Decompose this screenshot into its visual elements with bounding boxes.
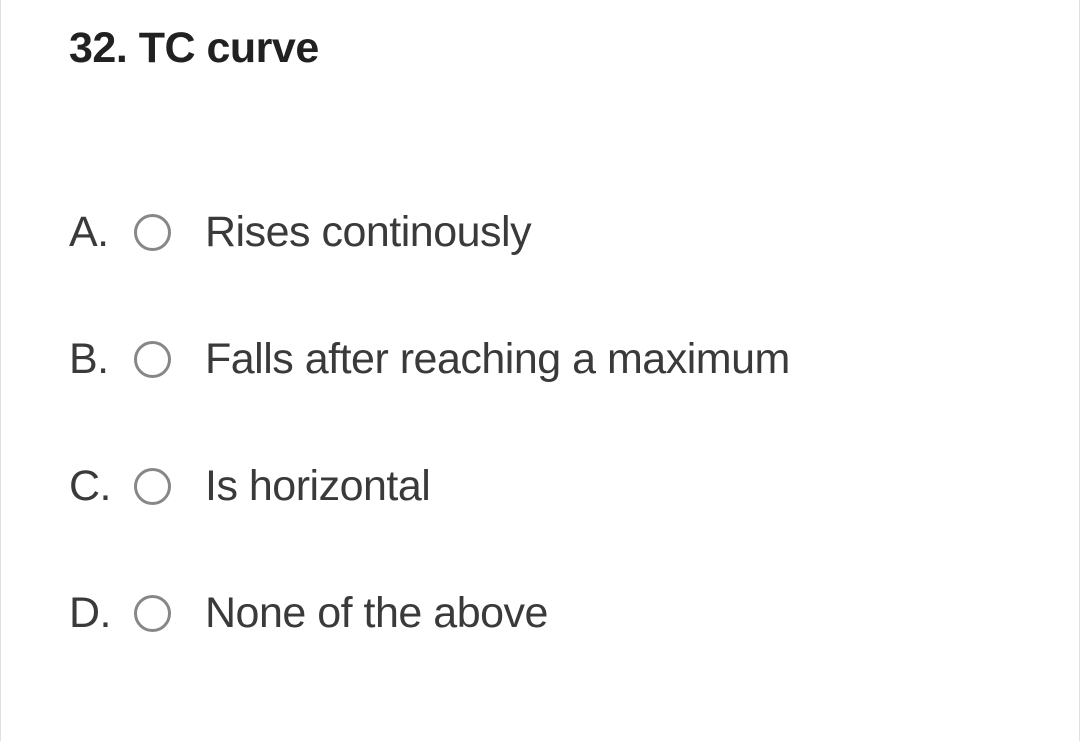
radio-icon[interactable] bbox=[134, 468, 171, 505]
option-text: Is horizontal bbox=[205, 462, 430, 511]
radio-icon[interactable] bbox=[134, 341, 171, 378]
option-text: None of the above bbox=[205, 589, 548, 638]
option-a[interactable]: A. Rises continously bbox=[69, 208, 1011, 257]
option-c[interactable]: C. Is horizontal bbox=[69, 462, 1011, 511]
option-text: Falls after reaching a maximum bbox=[205, 335, 790, 384]
option-text: Rises continously bbox=[205, 208, 531, 257]
question-text: TC curve bbox=[139, 24, 319, 72]
radio-icon[interactable] bbox=[134, 595, 171, 632]
question-card: 32. TC curve A. Rises continously B. Fal… bbox=[0, 0, 1080, 741]
options-list: A. Rises continously B. Falls after reac… bbox=[69, 208, 1011, 638]
radio-icon[interactable] bbox=[134, 214, 171, 251]
question-title: 32. TC curve bbox=[69, 24, 1011, 73]
option-letter: B. bbox=[69, 335, 134, 384]
option-letter: D. bbox=[69, 589, 134, 638]
option-letter: C. bbox=[69, 462, 134, 511]
option-letter: A. bbox=[69, 208, 134, 257]
option-d[interactable]: D. None of the above bbox=[69, 589, 1011, 638]
question-number: 32. bbox=[69, 24, 127, 72]
option-b[interactable]: B. Falls after reaching a maximum bbox=[69, 335, 1011, 384]
